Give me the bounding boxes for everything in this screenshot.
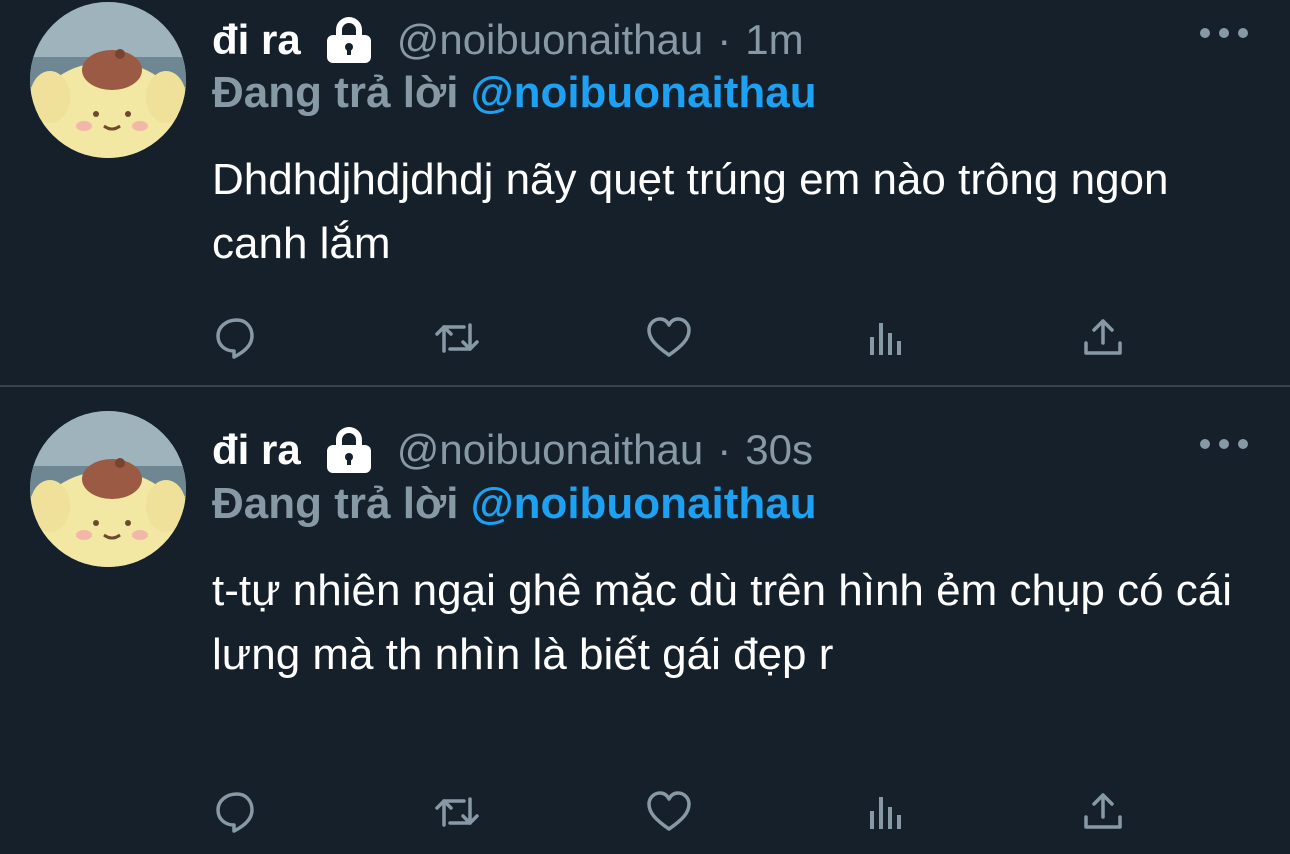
avatar[interactable] [30,411,186,567]
author-handle[interactable]: @noibuonaithau [397,426,704,474]
author-handle[interactable]: @noibuonaithau [397,16,704,64]
separator-dot: · [717,16,732,63]
tweet[interactable]: đi ra @noibuonaithau · 1m Đang trả lời @… [0,0,1290,385]
action-bar [212,787,1142,837]
replying-to-label: Đang trả lời [212,68,459,117]
lock-icon [323,17,375,63]
avatar[interactable] [30,2,186,158]
reply-icon[interactable] [212,787,262,837]
tweet[interactable]: đi ra @noibuonaithau · 30s Đang trả lời … [0,387,1290,854]
tweet-header: đi ra @noibuonaithau · 30s [212,420,813,480]
tweet-text: Dhdhdjhdjdhdj nãy quẹt trúng em nào trôn… [212,155,1169,268]
retweet-icon[interactable] [432,313,482,363]
replying-to: Đang trả lời @noibuonaithau [212,479,817,529]
tweet-text: t-tự nhiên ngại ghê mặc dù trên hình ẻm … [212,566,1233,679]
stats-icon[interactable] [862,787,912,837]
lock-icon [323,427,375,473]
author-name[interactable]: đi ra [212,426,301,474]
reply-icon[interactable] [212,313,262,363]
replying-to: Đang trả lời @noibuonaithau [212,68,817,118]
author-name[interactable]: đi ra [212,16,301,64]
timestamp[interactable]: 1m [745,16,803,64]
more-icon[interactable] [1200,18,1248,48]
like-icon[interactable] [644,787,694,837]
separator-dot: · [717,426,732,473]
replying-to-label: Đang trả lời [212,479,459,528]
timestamp[interactable]: 30s [745,426,813,474]
tweet-header: đi ra @noibuonaithau · 1m [212,10,804,70]
action-bar [212,313,1142,363]
replying-to-handle[interactable]: @noibuonaithau [471,479,817,528]
replying-to-handle[interactable]: @noibuonaithau [471,68,817,117]
share-icon[interactable] [1078,787,1128,837]
stats-icon[interactable] [862,313,912,363]
share-icon[interactable] [1078,313,1128,363]
like-icon[interactable] [644,313,694,363]
more-icon[interactable] [1200,429,1248,459]
retweet-icon[interactable] [432,787,482,837]
